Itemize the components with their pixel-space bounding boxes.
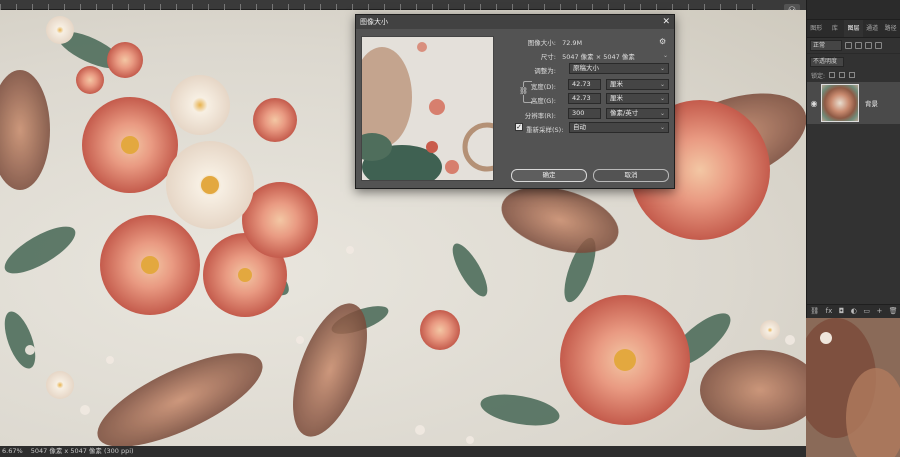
canvas-edge-artwork — [806, 318, 900, 457]
new-layer-icon[interactable]: + — [876, 308, 882, 315]
link-layers-icon[interactable]: ⛓ — [810, 308, 819, 315]
image-size-value: 72.9M — [562, 39, 583, 47]
width-row: 宽度(D): — [506, 81, 556, 91]
document-info[interactable]: 5047 像素 x 5047 像素 (300 ppi) — [31, 447, 134, 455]
eye-icon[interactable]: ◉ — [807, 99, 821, 108]
canvas-right-area — [806, 318, 900, 457]
layer-filter-row: 正常 — [807, 38, 900, 54]
resample-value: 自动 — [573, 123, 586, 131]
lock-all-icon[interactable] — [849, 72, 856, 78]
tab-layers[interactable]: 图层 — [844, 20, 863, 37]
chevron-down-icon[interactable]: ⌄ — [663, 52, 668, 59]
lock-pixels-icon[interactable] — [829, 72, 836, 78]
photoshop-window: ⚇ — [0, 0, 900, 457]
fit-to-row: 调整为: — [506, 65, 556, 75]
lock-row: 锁定: — [807, 69, 900, 81]
resolution-unit-select[interactable]: 像素/英寸 ⌄ — [606, 108, 669, 119]
status-bar: 6.67% 5047 像素 x 5047 像素 (300 ppi) — [0, 446, 806, 457]
layers-panel: 图形 库 图层 通道 路径 正常 不透明度 锁定: ◉ 背景 ⛓ fx ◘ ◐ … — [806, 0, 900, 318]
fit-to-value: 原稿大小 — [573, 64, 599, 72]
width-field[interactable]: 42.73 — [568, 79, 601, 90]
dimensions-row: 尺寸: 5047 像素 × 5047 像素 — [506, 51, 635, 61]
resample-label[interactable]: 重新采样(S): — [526, 126, 563, 134]
resample-select[interactable]: 自动 ⌄ — [569, 122, 669, 133]
trash-icon[interactable]: 🗑 — [889, 308, 898, 315]
chevron-down-icon: ⌄ — [659, 81, 665, 88]
filter-icons — [845, 42, 882, 49]
resample-checkbox[interactable]: ✓ — [515, 123, 523, 131]
tab-channels[interactable]: 通道 — [863, 20, 882, 37]
resolution-row: 分辨率(R): — [506, 110, 556, 120]
resolution-label: 分辨率(R): — [524, 112, 556, 120]
layers-panel-footer: ⛓ fx ◘ ◐ ▭ + 🗑 — [807, 304, 900, 318]
resolution-field[interactable]: 300 — [568, 108, 601, 119]
dialog-title: 图像大小 — [360, 18, 388, 26]
height-row: 高度(G): — [506, 95, 556, 105]
dialog-titlebar[interactable]: 图像大小 ✕ — [356, 15, 674, 29]
fit-to-label: 调整为: — [534, 67, 556, 75]
ok-button[interactable]: 确定 — [511, 169, 587, 182]
opacity-select[interactable]: 不透明度 — [810, 56, 844, 67]
tab-paths[interactable]: 路径 — [881, 20, 900, 37]
image-size-row: 图像大小: 72.9M — [506, 37, 582, 47]
chevron-down-icon: ⌄ — [659, 110, 665, 117]
lock-label: 锁定: — [811, 72, 826, 80]
tab-libraries[interactable]: 库 — [826, 20, 845, 37]
folder-icon[interactable]: ▭ — [863, 308, 870, 315]
chevron-down-icon: ⌄ — [659, 95, 665, 102]
filter-pixel-icon[interactable] — [845, 42, 852, 49]
layer-row[interactable]: ◉ 背景 — [807, 82, 900, 124]
mask-icon[interactable]: ◘ — [839, 308, 845, 315]
cancel-button[interactable]: 取消 — [593, 169, 669, 182]
image-size-label: 图像大小: — [527, 39, 556, 47]
width-unit-select[interactable]: 厘米 ⌄ — [606, 79, 669, 90]
fx-icon[interactable]: fx — [826, 308, 833, 315]
image-preview[interactable] — [361, 36, 494, 181]
layer-name[interactable]: 背景 — [865, 98, 878, 108]
resample-row: 重新采样(S): — [526, 124, 563, 134]
lock-position-icon[interactable] — [839, 72, 846, 78]
filter-type-icon[interactable] — [865, 42, 872, 49]
zoom-level[interactable]: 6.67% — [2, 447, 23, 455]
top-ruler — [0, 0, 806, 10]
panel-tabs: 图形 库 图层 通道 路径 — [807, 20, 900, 38]
width-unit: 厘米 — [610, 80, 623, 88]
dimensions-label: 尺寸: — [540, 53, 556, 61]
blend-mode-select[interactable]: 正常 — [810, 40, 842, 51]
height-field[interactable]: 42.73 — [568, 93, 601, 104]
filter-adjust-icon[interactable] — [855, 42, 862, 49]
chevron-down-icon: ⌄ — [659, 124, 665, 131]
height-unit: 厘米 — [610, 94, 623, 102]
fit-to-select[interactable]: 原稿大小 ⌄ — [569, 63, 669, 74]
close-icon[interactable]: ✕ — [662, 17, 670, 27]
gear-icon[interactable]: ⚙ — [659, 37, 666, 46]
chevron-down-icon: ⌄ — [659, 65, 665, 72]
preview-artwork — [362, 37, 493, 180]
adjustment-icon[interactable]: ◐ — [851, 308, 857, 315]
image-size-dialog: 图像大小 ✕ 图像大小: 72.9M ⚙ 尺寸: 5047 像素 × 5047 … — [355, 14, 675, 189]
filter-shape-icon[interactable] — [875, 42, 882, 49]
opacity-row: 不透明度 — [807, 54, 900, 69]
height-label: 高度(G): — [530, 97, 556, 105]
layer-thumbnail[interactable] — [821, 84, 859, 122]
tab-graphics[interactable]: 图形 — [807, 20, 826, 37]
dimensions-value[interactable]: 5047 像素 × 5047 像素 — [562, 53, 635, 61]
width-label: 宽度(D): — [530, 83, 556, 91]
height-unit-select[interactable]: 厘米 ⌄ — [606, 93, 669, 104]
resolution-unit: 像素/英寸 — [610, 109, 639, 117]
panel-top-bar — [807, 0, 900, 20]
